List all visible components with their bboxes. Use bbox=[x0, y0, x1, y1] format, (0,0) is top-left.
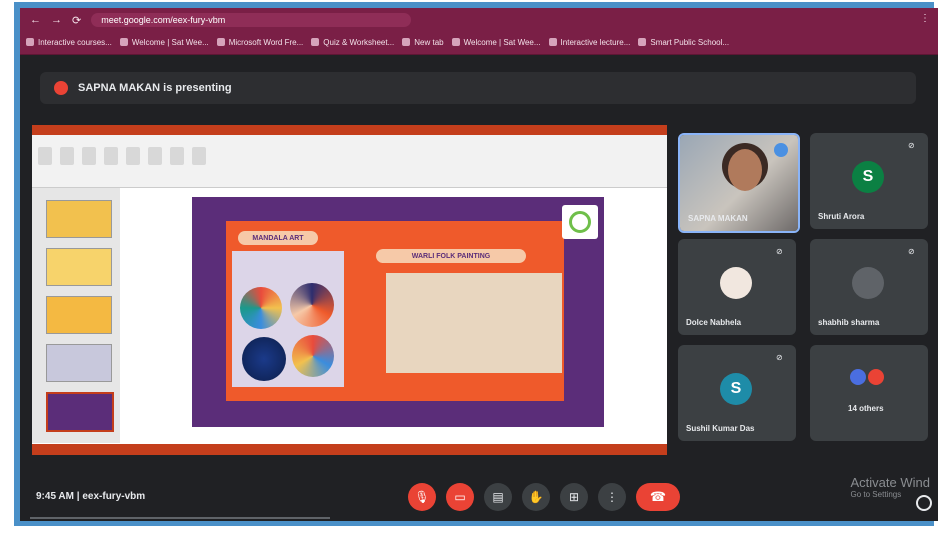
mandala-image bbox=[232, 251, 344, 387]
warli-image bbox=[386, 273, 562, 373]
presenting-banner: SAPNA MAKAN is presenting bbox=[40, 72, 916, 104]
bookmark-icon bbox=[216, 38, 225, 46]
ppt-statusbar bbox=[32, 444, 667, 455]
avatar: S bbox=[852, 161, 884, 193]
meeting-details: 9:45 AM | eex-fury-vbm bbox=[36, 491, 146, 502]
slide-label-left: MANDALA ART bbox=[238, 231, 318, 245]
tool-icon bbox=[38, 147, 52, 165]
bookmark-icon bbox=[119, 38, 128, 46]
participant-name: SAPNA MAKAN bbox=[688, 214, 748, 223]
mic-off-icon: ⊘ bbox=[908, 247, 915, 256]
participant-tile[interactable]: ⊘ S Sushil Kumar Das bbox=[678, 345, 796, 441]
meeting-time: 9:45 AM bbox=[36, 491, 74, 502]
microphone-off-icon[interactable]: 🎙 bbox=[408, 483, 436, 511]
bookmark-item[interactable]: Welcome | Sat Wee... bbox=[119, 38, 209, 47]
slide-thumbnails bbox=[32, 188, 120, 443]
slide-thumbnail bbox=[46, 200, 112, 238]
slide-label-right: WARLI FOLK PAINTING bbox=[376, 249, 526, 263]
more-options-icon[interactable]: ⋮ bbox=[598, 483, 626, 511]
current-slide: MANDALA ART WARLI FOLK PAINTING bbox=[192, 197, 604, 427]
raise-hand-icon[interactable]: ✋ bbox=[522, 483, 550, 511]
participant-tile[interactable]: ⊘ S Shruti Arora bbox=[810, 133, 928, 229]
tool-icon bbox=[148, 147, 162, 165]
slide-thumbnail bbox=[46, 248, 112, 286]
tool-icon bbox=[60, 147, 74, 165]
reload-icon[interactable]: ⟳ bbox=[72, 14, 81, 27]
present-screen-icon[interactable]: ⊞ bbox=[560, 483, 588, 511]
speaking-icon bbox=[774, 143, 788, 157]
browser-window: ← → ⟳ meet.google.com/eex-fury-vbm ⋮ Int… bbox=[20, 8, 938, 521]
controls: 🎙 ▭ ▤ ✋ ⊞ ⋮ ☎ bbox=[408, 483, 680, 511]
avatar bbox=[720, 267, 752, 299]
avatar bbox=[868, 369, 884, 385]
captions-icon[interactable]: ▤ bbox=[484, 483, 512, 511]
bookmark-item[interactable]: Welcome | Sat Wee... bbox=[451, 38, 541, 47]
bookmark-item[interactable]: Quiz & Worksheet... bbox=[311, 38, 394, 47]
slide-content: MANDALA ART WARLI FOLK PAINTING bbox=[226, 221, 564, 401]
mic-off-icon: ⊘ bbox=[776, 353, 783, 362]
bookmark-item[interactable]: Interactive lecture... bbox=[548, 38, 630, 47]
bookmark-item[interactable]: Interactive courses... bbox=[26, 38, 112, 47]
school-logo bbox=[562, 205, 598, 239]
participant-face bbox=[728, 149, 762, 191]
meeting-controls-bar: 9:45 AM | eex-fury-vbm 🎙 ▭ ▤ ✋ ⊞ ⋮ ☎ Act… bbox=[20, 469, 938, 521]
tool-icon bbox=[104, 147, 118, 165]
mic-off-icon: ⊘ bbox=[908, 141, 915, 150]
present-icon bbox=[54, 81, 68, 95]
camera-off-icon[interactable]: ▭ bbox=[446, 483, 474, 511]
tool-icon bbox=[170, 147, 184, 165]
slide-thumbnail bbox=[46, 392, 114, 432]
participant-name: Dolce Nabhela bbox=[686, 318, 742, 327]
participant-tile[interactable]: ⊘ shabhib sharma bbox=[810, 239, 928, 335]
menu-icon[interactable]: ⋮ bbox=[920, 13, 930, 24]
bookmark-item[interactable]: Microsoft Word Fre... bbox=[216, 38, 303, 47]
mandala-circle bbox=[240, 287, 282, 329]
bookmark-icon bbox=[311, 38, 320, 46]
ppt-ribbon bbox=[32, 125, 667, 188]
others-avatars bbox=[850, 369, 884, 385]
meeting-details-icon[interactable] bbox=[916, 495, 932, 511]
bookmark-icon bbox=[26, 38, 34, 46]
slide-thumbnail bbox=[46, 296, 112, 334]
presenting-text: SAPNA MAKAN is presenting bbox=[78, 82, 232, 94]
ppt-toolbar bbox=[38, 147, 206, 165]
scrollbar[interactable] bbox=[30, 517, 330, 519]
bookmark-icon bbox=[638, 38, 647, 46]
others-tile[interactable]: 14 others bbox=[810, 345, 928, 441]
activate-windows-watermark: Activate Wind Go to Settings bbox=[850, 475, 930, 499]
mandala-circle bbox=[242, 337, 286, 381]
participant-name: shabhib sharma bbox=[818, 318, 880, 327]
avatar: S bbox=[720, 373, 752, 405]
mic-off-icon: ⊘ bbox=[776, 247, 783, 256]
avatar bbox=[852, 267, 884, 299]
back-icon[interactable]: ← bbox=[30, 14, 41, 26]
mandala-circle bbox=[290, 283, 334, 327]
tool-icon bbox=[82, 147, 96, 165]
mandala-circle bbox=[292, 335, 334, 377]
ppt-titlebar bbox=[32, 125, 667, 135]
shared-screen: MANDALA ART WARLI FOLK PAINTING bbox=[32, 125, 667, 455]
logo-ring bbox=[569, 211, 591, 233]
avatar bbox=[850, 369, 866, 385]
forward-icon[interactable]: → bbox=[51, 14, 62, 26]
others-count: 14 others bbox=[848, 404, 884, 413]
bookmarks-bar: Interactive courses... Welcome | Sat Wee… bbox=[20, 30, 938, 55]
tool-icon bbox=[126, 147, 140, 165]
meeting-code: eex-fury-vbm bbox=[82, 491, 146, 502]
bookmark-icon bbox=[451, 38, 460, 46]
bookmark-icon bbox=[548, 38, 557, 46]
slide-thumbnail bbox=[46, 344, 112, 382]
participant-name: Sushil Kumar Das bbox=[686, 424, 755, 433]
participant-tile[interactable]: ⊘ Dolce Nabhela bbox=[678, 239, 796, 335]
participant-tile[interactable]: SAPNA MAKAN bbox=[678, 133, 800, 233]
bookmark-icon bbox=[402, 38, 411, 46]
bookmark-item[interactable]: New tab bbox=[402, 38, 444, 47]
tool-icon bbox=[192, 147, 206, 165]
end-call-button[interactable]: ☎ bbox=[636, 483, 680, 511]
address-bar: ← → ⟳ meet.google.com/eex-fury-vbm ⋮ bbox=[20, 12, 938, 28]
url-field[interactable]: meet.google.com/eex-fury-vbm bbox=[91, 13, 412, 27]
participant-name: Shruti Arora bbox=[818, 212, 865, 221]
bookmark-item[interactable]: Smart Public School... bbox=[638, 38, 729, 47]
